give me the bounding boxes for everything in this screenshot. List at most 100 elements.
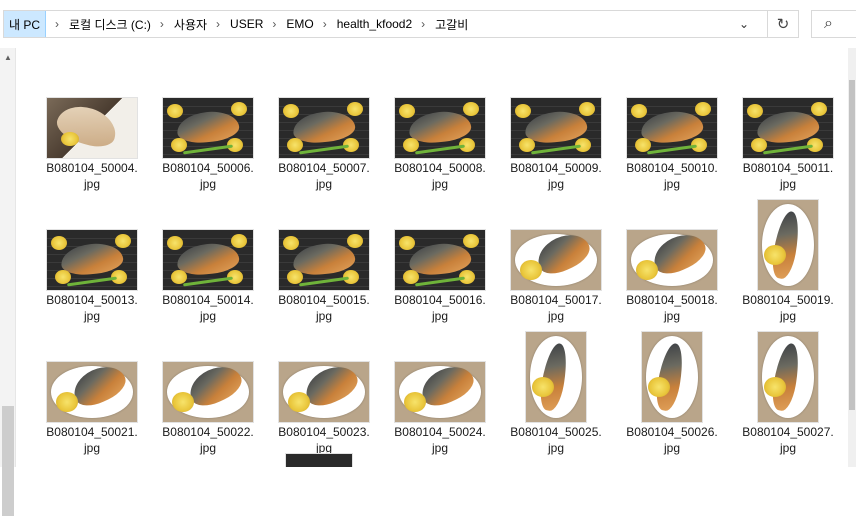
search-icon: ⌕: [824, 15, 833, 32]
image-thumbnail[interactable]: [286, 454, 352, 467]
breadcrumb-item[interactable]: 고갈비: [433, 11, 468, 37]
breadcrumb-item[interactable]: EMO: [284, 11, 313, 37]
image-thumbnail: [642, 332, 702, 422]
image-thumbnail: [395, 362, 485, 422]
file-name: B080104_50011.: [742, 161, 834, 175]
thumbnail-frame: [506, 180, 606, 290]
file-name: B080104_50009.: [510, 161, 602, 175]
file-name: B080104_50007.: [278, 161, 370, 175]
breadcrumb-separator-icon[interactable]: ›: [151, 17, 172, 31]
image-thumbnail: [395, 98, 485, 158]
file-extension: jpg: [83, 441, 100, 455]
image-thumbnail: [511, 230, 601, 290]
thumbnail-frame: [390, 180, 490, 290]
file-name-label: B080104_50025. jpg: [498, 424, 614, 456]
thumbnail-frame: [42, 180, 142, 290]
breadcrumb-item[interactable]: USER: [228, 11, 263, 37]
image-thumbnail: [395, 230, 485, 290]
breadcrumb-separator-icon[interactable]: ›: [207, 17, 228, 31]
image-thumbnail: [627, 98, 717, 158]
image-thumbnail: [511, 98, 601, 158]
file-name-label: B080104_50022.jpg: [150, 424, 266, 456]
file-name: B080104_50013.: [46, 293, 138, 307]
file-name: B080104_50019.: [742, 293, 834, 307]
image-thumbnail: [47, 362, 137, 422]
image-thumbnail: [47, 230, 137, 290]
file-extension: jpg: [779, 441, 796, 455]
breadcrumb-item[interactable]: 사용자: [172, 11, 207, 37]
thumbnail-frame: [390, 48, 490, 158]
thumbnail-frame: [42, 312, 142, 422]
address-bar[interactable]: 내 PC › 로컬 디스크 (C:) › 사용자 › USER › EMO › health_kfo…: [3, 10, 799, 38]
thumbnail-frame: [158, 48, 258, 158]
file-name: B080104_50014.: [162, 293, 254, 307]
file-name: B080104_50016.: [394, 293, 486, 307]
search-box[interactable]: ⌕: [811, 10, 856, 38]
image-thumbnail: [526, 332, 586, 422]
file-name: B080104_50023.: [278, 425, 370, 439]
navigation-pane: ▲: [0, 48, 16, 516]
file-name: B080104_50026.: [626, 425, 718, 439]
file-name-label: B080104_50023. jpg: [266, 424, 382, 456]
breadcrumb-separator-icon[interactable]: ›: [412, 17, 433, 31]
file-grid: B080104_50004. jpg B080104_50006. jpg B08010…: [16, 48, 856, 467]
thumbnail-frame: [158, 312, 258, 422]
image-thumbnail: [163, 362, 253, 422]
file-name: B080104_50010.: [626, 161, 718, 175]
breadcrumb-separator-icon[interactable]: ›: [314, 17, 335, 31]
thumbnail-frame: [738, 48, 838, 158]
image-thumbnail: [279, 362, 369, 422]
breadcrumb-separator-icon[interactable]: ›: [46, 17, 67, 31]
breadcrumb-item[interactable]: 내 PC: [4, 11, 47, 37]
file-name: B080104_50004.: [46, 161, 138, 175]
thumbnail-frame: [42, 48, 142, 158]
thumbnail-frame: [506, 312, 606, 422]
image-thumbnail: [47, 98, 137, 158]
thumbnail-frame: [274, 48, 374, 158]
image-thumbnail: [743, 98, 833, 158]
thumbnail-frame: [622, 180, 722, 290]
thumbnail-frame: [274, 180, 374, 290]
image-thumbnail: [627, 230, 717, 290]
vertical-scrollbar-thumb[interactable]: [849, 80, 855, 410]
thumbnail-frame: [622, 312, 722, 422]
breadcrumb-item[interactable]: health_kfood2: [335, 11, 412, 37]
file-name: B080104_50027.: [742, 425, 834, 439]
file-extension: jpg: [663, 441, 680, 455]
file-name: B080104_50022.: [162, 425, 254, 439]
thumbnail-frame: [158, 180, 258, 290]
vertical-scrollbar[interactable]: [848, 48, 856, 467]
file-extension: jpg: [199, 441, 216, 455]
file-name-label: B080104_50024.jpg: [382, 424, 498, 456]
file-extension: jpg: [431, 441, 448, 455]
scroll-up-icon[interactable]: ▲: [3, 52, 13, 62]
thumbnail-frame: [738, 180, 838, 290]
file-name-label: B080104_50026.jpg: [614, 424, 730, 456]
image-thumbnail: [758, 200, 818, 290]
image-thumbnail: [163, 98, 253, 158]
refresh-icon: ↻: [776, 16, 790, 33]
file-name: B080104_50017.: [510, 293, 602, 307]
refresh-button[interactable]: ↻: [767, 11, 798, 37]
file-name-label: B080104_50027.jpg: [730, 424, 846, 456]
thumbnail-frame: [622, 48, 722, 158]
file-name-label: B080104_50021. jpg: [34, 424, 150, 456]
file-extension: jpg: [547, 441, 564, 455]
image-thumbnail: [163, 230, 253, 290]
thumbnail-frame: [390, 312, 490, 422]
file-name: B080104_50018.: [626, 293, 718, 307]
breadcrumb-separator-icon[interactable]: ›: [263, 17, 284, 31]
thumbnail-frame: [274, 312, 374, 422]
image-thumbnail: [279, 98, 369, 158]
thumbnail-frame: [738, 312, 838, 422]
breadcrumb-item[interactable]: 로컬 디스크 (C:): [67, 11, 151, 37]
file-name: B080104_50015.: [278, 293, 370, 307]
breadcrumb: 내 PC › 로컬 디스크 (C:) › 사용자 › USER › EMO › health_kfo…: [4, 11, 468, 37]
thumbnail-frame: [506, 48, 606, 158]
file-name: B080104_50024.: [394, 425, 486, 439]
image-thumbnail: [758, 332, 818, 422]
nav-scrollbar-thumb[interactable]: [2, 406, 14, 516]
address-bar-row: 내 PC › 로컬 디스크 (C:) › 사용자 › USER › EMO › health_kfo…: [0, 0, 856, 48]
chevron-down-icon[interactable]: ⌄: [734, 11, 754, 37]
image-thumbnail: [279, 230, 369, 290]
